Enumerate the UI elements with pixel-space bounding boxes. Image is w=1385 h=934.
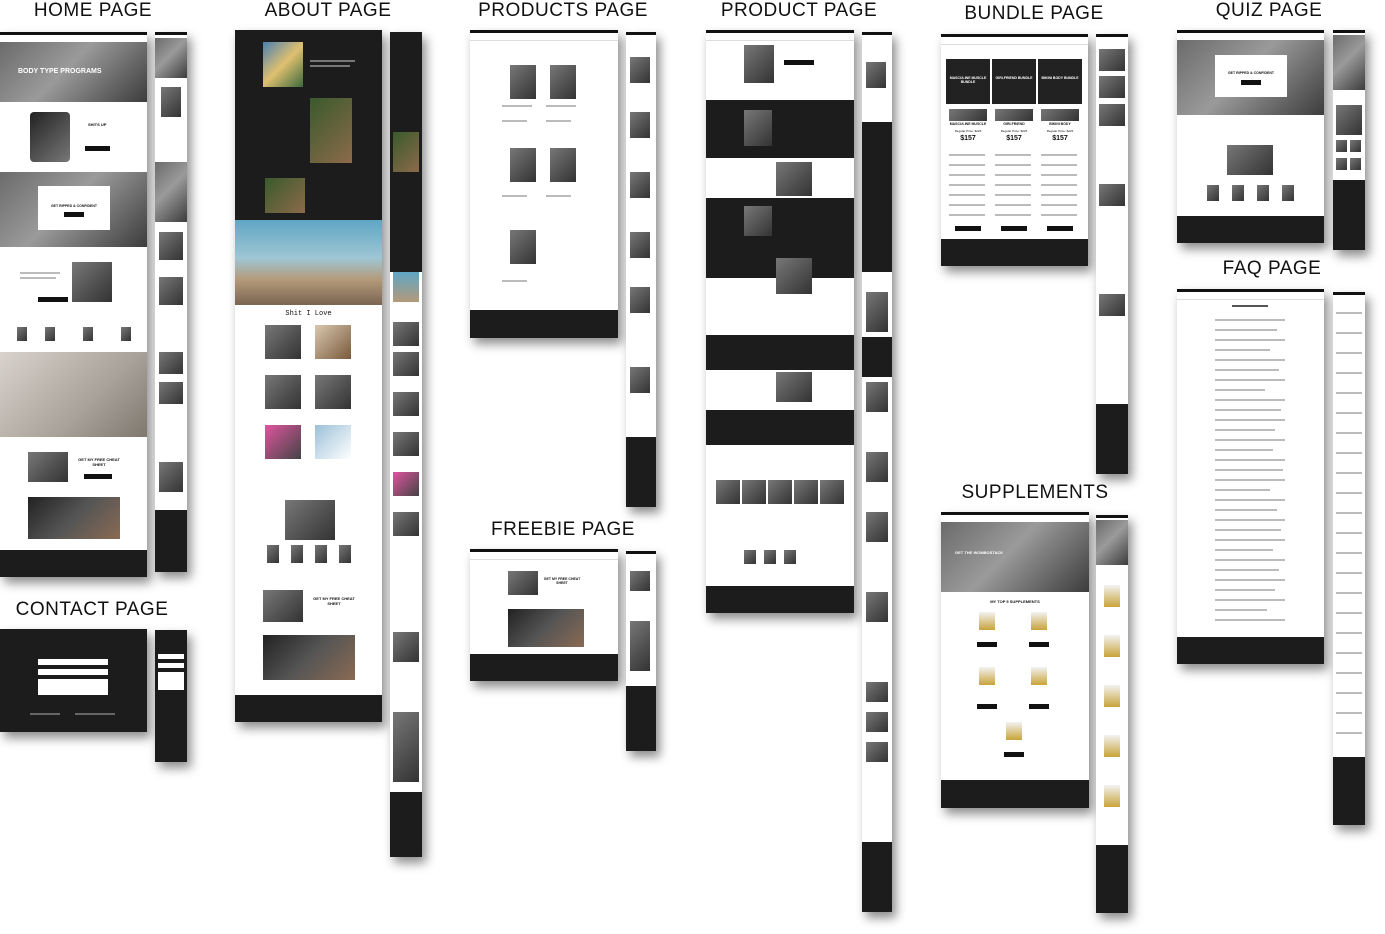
bundle-tile-title: MASCULINE MUSCLE BUNDLE — [949, 76, 987, 84]
home-about-photo — [72, 262, 112, 302]
home-freebie-title: GET MY FREE CHEAT SHEET — [78, 457, 120, 467]
bundle-buy-button[interactable] — [955, 226, 981, 231]
home-freebie-button[interactable] — [84, 474, 112, 479]
supplements-hero-title: GET THE WOMBOSTACK — [955, 550, 1004, 555]
contact-message-field[interactable] — [38, 679, 108, 695]
supplement-buy-button[interactable] — [977, 642, 997, 647]
about-freebie-title: GET MY FREE CHEAT SHEET — [313, 596, 355, 606]
faq-mobile-mock — [1333, 292, 1365, 825]
home-mobile-mock — [155, 32, 187, 572]
quiz-mobile-mock — [1333, 30, 1365, 250]
bundle-card-name: GIRLFRIEND — [1003, 122, 1025, 126]
contact-desktop-mock — [0, 629, 147, 732]
supplements-section-title: MY TOP 5 SUPPLEMENTS — [990, 599, 1040, 604]
home-about-button[interactable] — [38, 297, 68, 302]
bundle-card-price: $157 — [1052, 135, 1068, 142]
home-hero: BODY TYPE PROGRAMS — [0, 42, 147, 102]
label-faq-page: FAQ PAGE — [1222, 258, 1322, 279]
faq-desktop-mock — [1177, 289, 1324, 664]
supplements-mobile-mock — [1096, 515, 1128, 913]
bundle-buy-button[interactable] — [1001, 226, 1027, 231]
freebie-mobile-mock — [626, 551, 656, 751]
bundle-tile-title: BIKINI BODY BUNDLE — [1041, 76, 1079, 80]
contact-mobile-mock — [155, 630, 187, 762]
bundle-buy-button[interactable] — [1047, 226, 1073, 231]
label-contact-page: CONTACT PAGE — [15, 599, 169, 620]
supplement-buy-button[interactable] — [977, 704, 997, 709]
home-quiz-banner: GET RIPPED & CONFIDENT — [0, 172, 147, 247]
bundle-card-regular: Regular Price: $226 — [1046, 129, 1074, 133]
bundle-card-name: MASCULINE MUSCLE — [949, 122, 987, 126]
bundle-tile-girlfriend[interactable]: GIRLFRIEND BUNDLE — [992, 59, 1036, 104]
bundle-card-regular: Regular Price: $226 — [1000, 129, 1028, 133]
home-quiz-button[interactable] — [64, 212, 84, 217]
bundle-desktop-mock: MASCULINE MUSCLE BUNDLE GIRLFRIEND BUNDL… — [941, 34, 1088, 266]
product-mobile-mock — [862, 32, 892, 912]
home-footer — [0, 550, 147, 577]
product-desktop-mock — [706, 30, 854, 613]
about-mobile-mock — [390, 32, 422, 857]
home-desktop-mock: BODY TYPE PROGRAMS SHITS UP GET RIPPED &… — [0, 32, 147, 577]
freebie-desktop-mock: GET MY FREE CHEAT SHEET — [470, 549, 618, 681]
freebie-title: GET MY FREE CHEAT SHEET — [543, 577, 581, 585]
label-bundle-page: BUNDLE PAGE — [964, 3, 1104, 24]
label-product-page: PRODUCT PAGE — [720, 0, 878, 21]
label-freebie-page: FREEBIE PAGE — [491, 519, 635, 540]
home-app-button[interactable] — [85, 146, 110, 151]
home-sand-photo — [0, 352, 147, 437]
contact-email-field[interactable] — [38, 669, 108, 675]
about-desktop-mock: Shit I Love GET MY FREE CHEAT SHEET — [235, 30, 382, 722]
quiz-cta-title: GET RIPPED & CONFIDENT — [1227, 71, 1275, 75]
label-quiz-page: QUIZ PAGE — [1215, 0, 1323, 21]
home-app-title: SHITS UP — [88, 122, 107, 127]
home-hero-title: BODY TYPE PROGRAMS — [18, 68, 102, 75]
home-quiz-cta: GET RIPPED & CONFIDENT — [50, 204, 98, 208]
bundle-card-price: $157 — [960, 135, 976, 142]
about-love-title: Shit I Love — [285, 310, 332, 318]
quiz-start-button[interactable] — [1241, 80, 1261, 85]
phone-mockup — [30, 112, 70, 162]
supplement-buy-button[interactable] — [1029, 642, 1049, 647]
bundle-tile-bikini[interactable]: BIKINI BODY BUNDLE — [1038, 59, 1082, 104]
label-home-page: HOME PAGE — [33, 0, 153, 21]
supplements-desktop-mock: GET THE WOMBOSTACK MY TOP 5 SUPPLEMENTS — [941, 512, 1089, 808]
bundle-card-price: $157 — [1006, 135, 1022, 142]
label-supplements-page: SUPPLEMENTS — [961, 482, 1109, 503]
bundle-card-name: BIKINI BODY — [1049, 122, 1071, 126]
bundle-card-regular: Regular Price: $226 — [954, 129, 982, 133]
supplement-buy-button[interactable] — [1004, 752, 1024, 757]
bundle-tile-title: GIRLFRIEND BUNDLE — [995, 76, 1033, 80]
home-freebie-photo — [28, 452, 68, 482]
home-promo-block — [28, 497, 120, 539]
bundle-tile-masculine[interactable]: MASCULINE MUSCLE BUNDLE — [946, 59, 990, 104]
label-about-page: ABOUT PAGE — [264, 0, 392, 21]
products-mobile-mock — [626, 32, 656, 507]
products-desktop-mock — [470, 30, 618, 338]
label-products-page: PRODUCTS PAGE — [478, 0, 648, 21]
quiz-desktop-mock: GET RIPPED & CONFIDENT — [1177, 30, 1324, 243]
supplement-buy-button[interactable] — [1029, 704, 1049, 709]
product-add-to-cart[interactable] — [784, 60, 814, 65]
contact-name-field[interactable] — [38, 659, 108, 665]
bundle-mobile-mock — [1096, 34, 1128, 474]
